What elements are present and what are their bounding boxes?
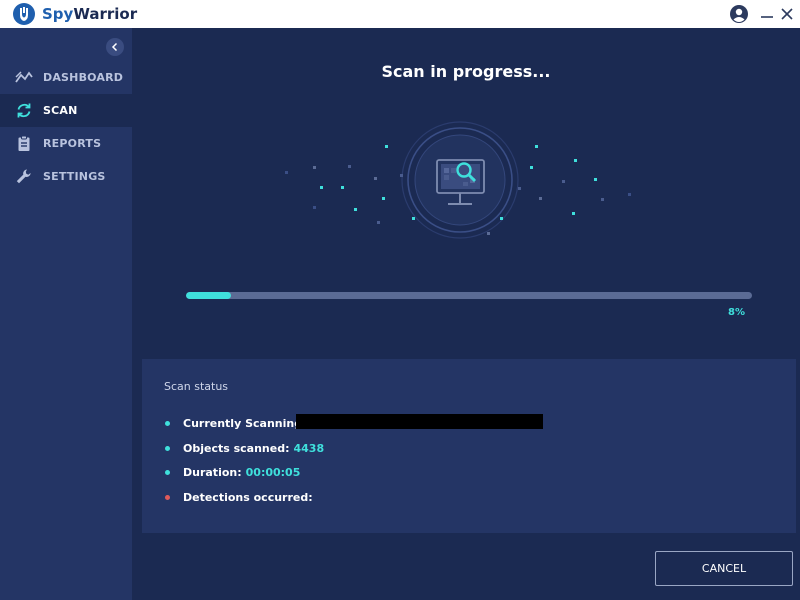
user-account-icon[interactable] <box>729 4 749 24</box>
scan-status-title: Scan status <box>164 380 229 393</box>
clipboard-icon <box>18 135 30 151</box>
objects-scanned-value: 4438 <box>293 442 325 455</box>
chevron-left-icon <box>111 42 118 52</box>
refresh-icon <box>17 103 31 118</box>
close-icon[interactable] <box>779 4 795 24</box>
sidebar-item-reports[interactable]: REPORTS <box>0 127 132 160</box>
scan-status-panel: Scan status Currently Scanning: Objects … <box>142 359 796 533</box>
scan-animation-graphic <box>285 121 631 239</box>
duration-label: Duration: <box>183 466 242 479</box>
sidebar-item-dashboard[interactable]: DASHBOARD <box>0 61 132 94</box>
sidebar-item-settings[interactable]: SETTINGS <box>0 160 132 193</box>
sidebar-item-label: SETTINGS <box>43 170 106 183</box>
status-bullet-alert <box>165 495 170 500</box>
scan-progress-fill <box>186 292 232 299</box>
chart-line-icon <box>15 71 33 83</box>
spywarrior-logo-icon <box>13 3 35 25</box>
objects-scanned-label: Objects scanned: <box>183 442 290 455</box>
detections-occurred-label: Detections occurred: <box>183 491 313 504</box>
title-bar: SpyWarrior <box>0 0 800 28</box>
status-bullet <box>165 446 170 451</box>
sidebar-item-label: SCAN <box>43 104 78 117</box>
currently-scanning-value-redacted <box>296 414 543 429</box>
duration-value: 00:00:05 <box>245 466 301 479</box>
wrench-icon <box>16 169 31 184</box>
status-bullet <box>165 470 170 475</box>
minimize-icon[interactable] <box>759 4 775 24</box>
scan-progress-bar <box>186 292 752 299</box>
scan-title: Scan in progress... <box>381 62 551 81</box>
cancel-button[interactable]: CANCEL <box>655 551 793 586</box>
scan-progress-percent: 8% <box>728 307 745 318</box>
sidebar: DASHBOARD SCAN REPORTS SETTINGS <box>0 28 132 600</box>
sidebar-item-scan[interactable]: SCAN <box>0 94 132 127</box>
sidebar-item-label: REPORTS <box>43 137 102 150</box>
collapse-sidebar-button[interactable] <box>106 38 124 56</box>
currently-scanning-label: Currently Scanning: <box>183 417 307 430</box>
app-brand: SpyWarrior <box>42 5 138 23</box>
status-bullet <box>165 421 170 426</box>
sidebar-item-label: DASHBOARD <box>43 71 124 84</box>
